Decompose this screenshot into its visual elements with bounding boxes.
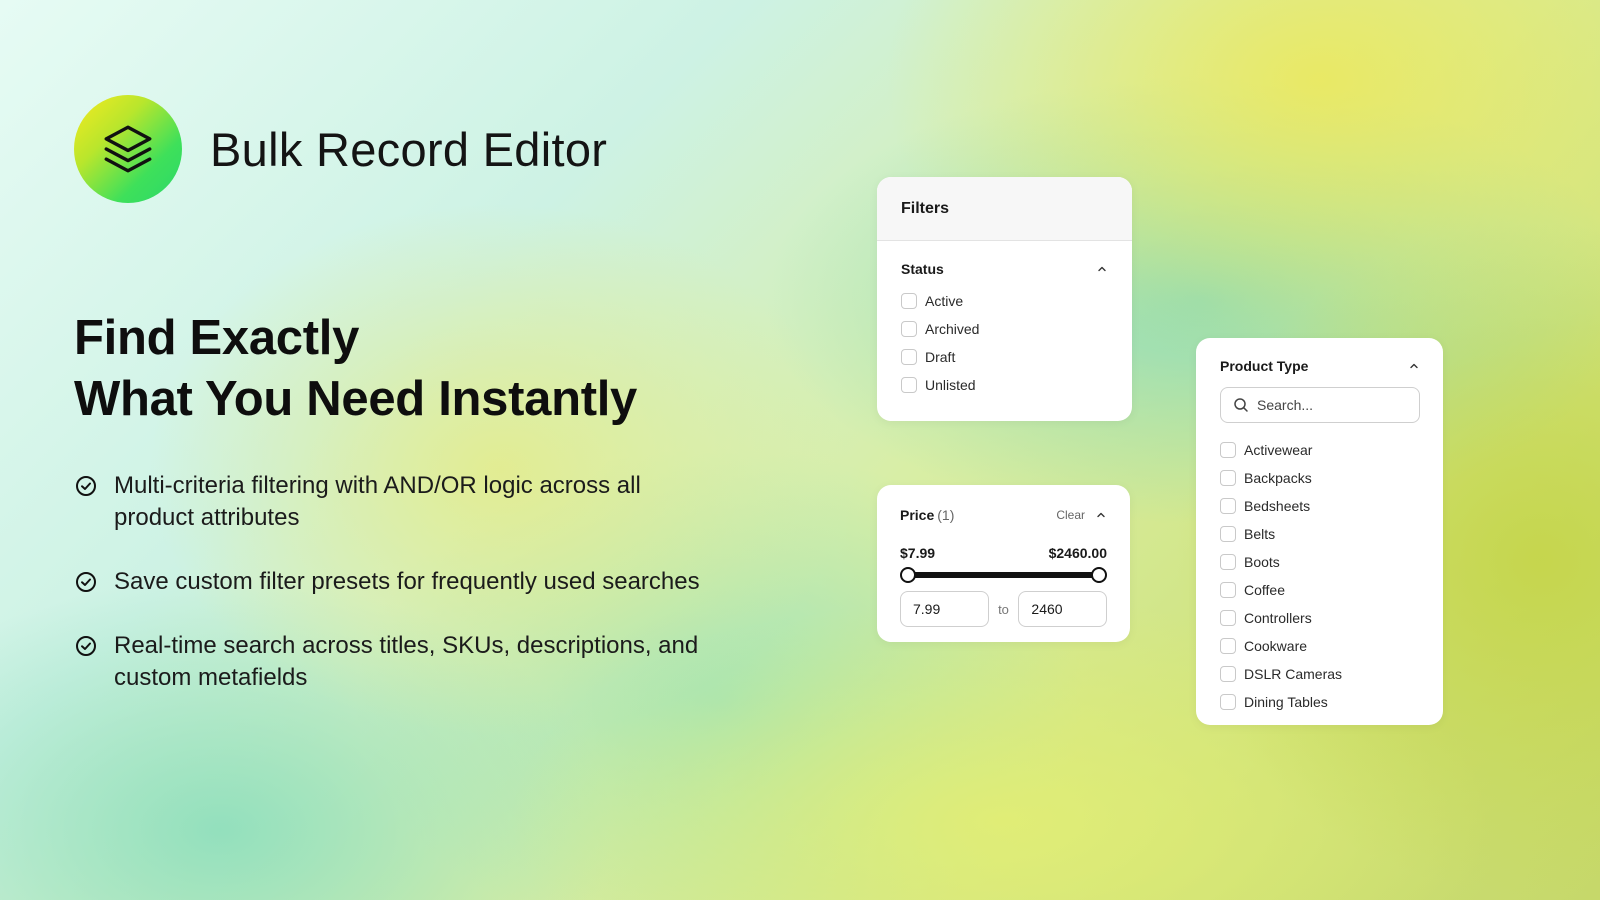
price-filter-card: Price (1) Clear $7.99 $2460.00 7.99 to 24… (877, 485, 1130, 642)
price-range-slider[interactable] (900, 567, 1107, 583)
product-type-label: Backpacks (1244, 470, 1312, 486)
status-option[interactable]: Draft (901, 343, 1108, 371)
chevron-up-icon[interactable] (1408, 360, 1420, 372)
price-header: Price (1) Clear (900, 507, 1107, 523)
status-option[interactable]: Unlisted (901, 371, 1108, 399)
price-min-input[interactable]: 7.99 (900, 591, 989, 627)
checkbox[interactable] (1220, 470, 1236, 486)
product-type-label: Activewear (1244, 442, 1313, 458)
product-type-card: Product Type Activewear Backpacks Bedshe… (1196, 338, 1443, 725)
product-type-label: Controllers (1244, 610, 1312, 626)
product-type-title: Product Type (1220, 358, 1309, 374)
check-circle-icon (76, 572, 96, 592)
checkbox[interactable] (1220, 498, 1236, 514)
layers-icon (104, 125, 152, 173)
checkbox[interactable] (1220, 666, 1236, 682)
checkbox[interactable] (901, 321, 917, 337)
price-title-text: Price (900, 507, 935, 523)
product-type-search[interactable] (1220, 387, 1420, 423)
product-type-option[interactable]: Dining Tables (1220, 688, 1420, 716)
status-option-label: Unlisted (925, 377, 976, 393)
price-title[interactable]: Price (1) (900, 507, 954, 523)
product-type-header[interactable]: Product Type (1220, 358, 1420, 374)
checkbox[interactable] (1220, 554, 1236, 570)
status-options: Active Archived Draft Unlisted (901, 287, 1108, 399)
filters-title: Filters (877, 177, 1132, 241)
feature-list: Multi-criteria filtering with AND/OR log… (74, 470, 714, 726)
status-option[interactable]: Active (901, 287, 1108, 315)
headline-line-2: What You Need Instantly (74, 372, 638, 426)
headline-line-1: Find Exactly (74, 311, 360, 365)
slider-track[interactable] (907, 572, 1100, 578)
checkbox[interactable] (1220, 526, 1236, 542)
price-inputs: 7.99 to 2460 (900, 591, 1107, 627)
chevron-up-icon[interactable] (1095, 509, 1107, 521)
product-type-option[interactable]: Boots (1220, 548, 1420, 576)
price-actions: Clear (1056, 508, 1107, 522)
headline: Find Exactly What You Need Instantly (74, 308, 637, 430)
checkbox[interactable] (1220, 638, 1236, 654)
product-type-label: Cookware (1244, 638, 1308, 654)
product-type-option[interactable]: Activewear (1220, 436, 1420, 464)
checkbox[interactable] (1220, 610, 1236, 626)
filters-card: Filters Status Active Archived Draft Unl… (877, 177, 1132, 421)
checkbox[interactable] (901, 377, 917, 393)
price-max-input[interactable]: 2460 (1018, 591, 1107, 627)
product-type-option[interactable]: Coffee (1220, 576, 1420, 604)
checkbox[interactable] (901, 293, 917, 309)
checkbox[interactable] (1220, 442, 1236, 458)
status-option[interactable]: Archived (901, 315, 1108, 343)
to-label: to (998, 601, 1009, 617)
status-option-label: Archived (925, 321, 980, 337)
status-title: Status (901, 261, 944, 277)
check-circle-icon (76, 636, 96, 656)
checkbox[interactable] (1220, 582, 1236, 598)
status-option-label: Active (925, 293, 964, 309)
status-section: Status Active Archived Draft Unlisted (877, 241, 1132, 399)
feature-item: Real-time search across titles, SKUs, de… (74, 630, 714, 694)
product-type-option[interactable]: Bedsheets (1220, 492, 1420, 520)
search-input[interactable] (1257, 397, 1407, 413)
product-type-option[interactable]: Backpacks (1220, 464, 1420, 492)
check-circle-icon (76, 476, 96, 496)
feature-item: Save custom filter presets for frequentl… (74, 566, 714, 598)
product-type-label: Dining Tables (1244, 694, 1328, 710)
checkbox[interactable] (1220, 694, 1236, 710)
feature-item: Multi-criteria filtering with AND/OR log… (74, 470, 714, 534)
product-type-option[interactable]: Cookware (1220, 632, 1420, 660)
feature-text: Multi-criteria filtering with AND/OR log… (114, 472, 641, 531)
product-type-option[interactable]: DSLR Cameras (1220, 660, 1420, 688)
product-type-options: Activewear Backpacks Bedsheets Belts Boo… (1220, 436, 1420, 716)
app-name: Bulk Record Editor (210, 122, 608, 176)
status-section-header[interactable]: Status (901, 261, 1108, 277)
price-range-values: $7.99 $2460.00 (900, 545, 1107, 561)
price-min-display: $7.99 (900, 545, 936, 561)
product-type-label: Boots (1244, 554, 1280, 570)
product-type-label: DSLR Cameras (1244, 666, 1343, 682)
feature-text: Real-time search across titles, SKUs, de… (114, 632, 699, 691)
product-type-label: Belts (1244, 526, 1276, 542)
product-type-label: Bedsheets (1244, 498, 1311, 514)
checkbox[interactable] (901, 349, 917, 365)
app-logo (74, 95, 182, 203)
price-count: (1) (937, 507, 955, 523)
price-max-display: $2460.00 (1048, 545, 1107, 561)
slider-max-handle[interactable] (1091, 567, 1107, 583)
product-type-option[interactable]: Belts (1220, 520, 1420, 548)
product-type-label: Coffee (1244, 582, 1285, 598)
feature-text: Save custom filter presets for frequentl… (114, 568, 700, 595)
search-icon (1234, 398, 1248, 412)
slider-min-handle[interactable] (900, 567, 916, 583)
chevron-up-icon[interactable] (1096, 263, 1108, 275)
status-option-label: Draft (925, 349, 956, 365)
product-type-option[interactable]: Controllers (1220, 604, 1420, 632)
clear-button[interactable]: Clear (1056, 508, 1085, 522)
brand: Bulk Record Editor (74, 95, 607, 203)
